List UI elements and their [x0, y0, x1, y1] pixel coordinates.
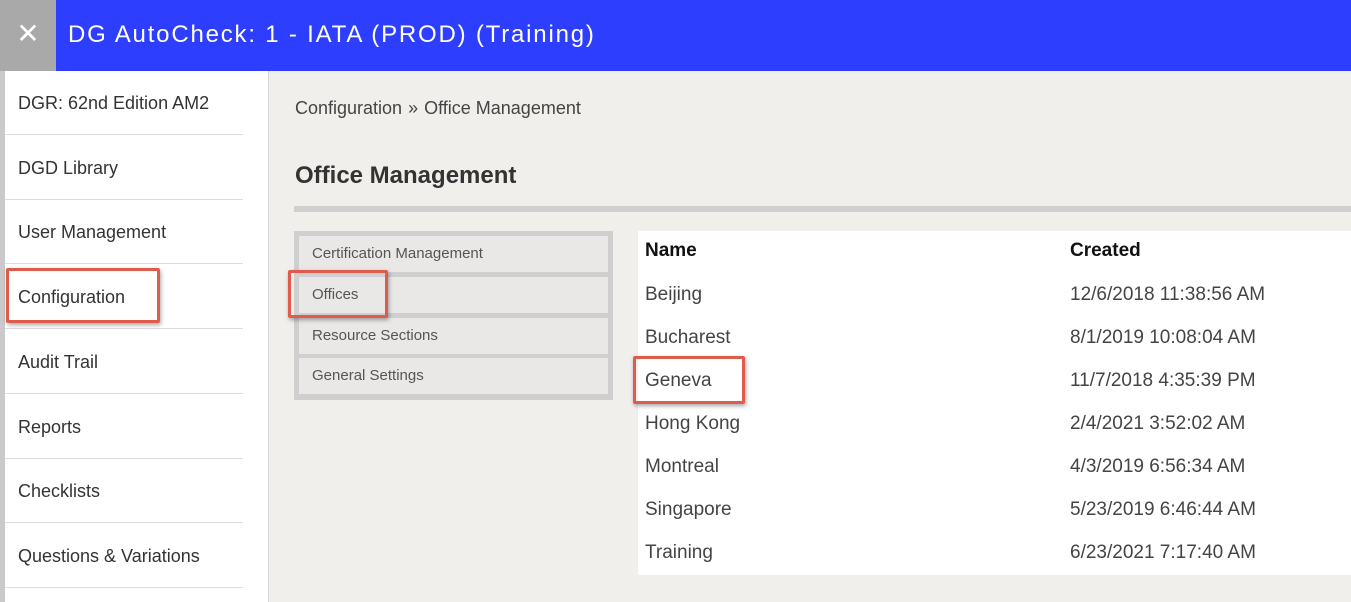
office-name-link[interactable]: Beijing: [645, 273, 702, 316]
created-date: 5/23/2019 6:46:44 AM: [1070, 499, 1256, 520]
table-row: Beijing 12/6/2018 11:38:56 AM: [638, 273, 1351, 316]
office-name-link[interactable]: Hong Kong: [645, 402, 740, 445]
table-row: Hong Kong 2/4/2021 3:52:02 AM: [638, 402, 1351, 445]
office-name-link[interactable]: Geneva: [645, 359, 712, 402]
sidebar-item-label: DGD Library: [18, 158, 119, 178]
sidebar-item-checklists[interactable]: Checklists: [5, 459, 243, 523]
submenu-item-label: Resource Sections: [312, 327, 438, 344]
column-header-name: Name: [645, 240, 697, 261]
created-date: 4/3/2019 6:56:34 AM: [1070, 456, 1246, 477]
sidebar-item-dgd-library[interactable]: DGD Library: [5, 136, 243, 200]
created-date: 2/4/2021 3:52:02 AM: [1070, 413, 1246, 434]
breadcrumb-separator: »: [408, 98, 419, 118]
submenu-item-label: Certification Management: [312, 245, 483, 262]
sidebar-item-configuration[interactable]: Configuration: [5, 265, 243, 329]
table-row: Geneva 11/7/2018 4:35:39 PM: [638, 359, 1351, 402]
office-name-link[interactable]: Bucharest: [645, 316, 731, 359]
sidebar-item-label: DGR: 62nd Edition AM2: [18, 93, 210, 113]
sidebar-item-label: Questions & Variations: [18, 546, 200, 566]
offices-table: Name Created Beijing 12/6/2018 11:38:56 …: [638, 231, 1351, 575]
office-name-link[interactable]: Singapore: [645, 488, 732, 531]
breadcrumb-current: Office Management: [424, 98, 581, 118]
office-name-link[interactable]: Training: [645, 531, 713, 574]
app-header: ✕ DG AutoCheck: 1 - IATA (PROD) (Trainin…: [0, 0, 1351, 71]
created-date: 12/6/2018 11:38:56 AM: [1070, 284, 1266, 305]
created-date: 11/7/2018 4:35:39 PM: [1070, 370, 1256, 391]
table-row: Montreal 4/3/2019 6:56:34 AM: [638, 445, 1351, 488]
submenu-item-label: General Settings: [312, 367, 424, 384]
table-row: Training 6/23/2021 7:17:40 AM: [638, 531, 1351, 574]
title-divider: [294, 206, 1351, 212]
column-header-created: Created: [1070, 240, 1141, 261]
submenu-item-certification-management[interactable]: Certification Management: [299, 236, 608, 272]
sidebar-item-label: Audit Trail: [18, 352, 99, 372]
close-icon: ✕: [16, 18, 40, 49]
sidebar-item-audit-trail[interactable]: Audit Trail: [5, 330, 243, 394]
sidebar-item-reports[interactable]: Reports: [5, 395, 243, 459]
sidebar-item-dgr[interactable]: DGR: 62nd Edition AM2: [5, 71, 243, 135]
page-title: Office Management: [295, 162, 517, 189]
table-row: Singapore 5/23/2019 6:46:44 AM: [638, 488, 1351, 531]
sidebar-item-label: Configuration: [18, 287, 126, 307]
sidebar-item-label: Reports: [18, 417, 82, 437]
app-title: DG AutoCheck: 1 - IATA (PROD) (Training): [68, 21, 596, 48]
office-name-link[interactable]: Montreal: [645, 445, 719, 488]
submenu-item-offices[interactable]: Offices: [299, 277, 608, 313]
office-submenu: Certification Management Offices Resourc…: [294, 231, 613, 400]
sidebar-item-label: Checklists: [18, 481, 101, 501]
created-date: 8/1/2019 10:08:04 AM: [1070, 327, 1256, 348]
created-date: 6/23/2021 7:17:40 AM: [1070, 542, 1256, 563]
submenu-item-resource-sections[interactable]: Resource Sections: [299, 318, 608, 354]
sidebar: DGR: 62nd Edition AM2 DGD Library User M…: [0, 71, 269, 602]
sidebar-item-questions-variations[interactable]: Questions & Variations: [5, 524, 243, 588]
sidebar-item-user-management[interactable]: User Management: [5, 200, 243, 264]
sidebar-item-label: User Management: [18, 222, 167, 242]
breadcrumb: Configuration » Office Management: [295, 98, 581, 119]
main-content: Configuration» Office Management Office M…: [269, 71, 1351, 602]
table-row: Bucharest 8/1/2019 10:08:04 AM: [638, 316, 1351, 359]
submenu-item-general-settings[interactable]: General Settings: [299, 358, 608, 394]
breadcrumb-configuration-link[interactable]: Configuration: [295, 98, 402, 118]
close-button[interactable]: ✕: [0, 0, 56, 71]
submenu-item-label: Offices: [312, 286, 359, 303]
